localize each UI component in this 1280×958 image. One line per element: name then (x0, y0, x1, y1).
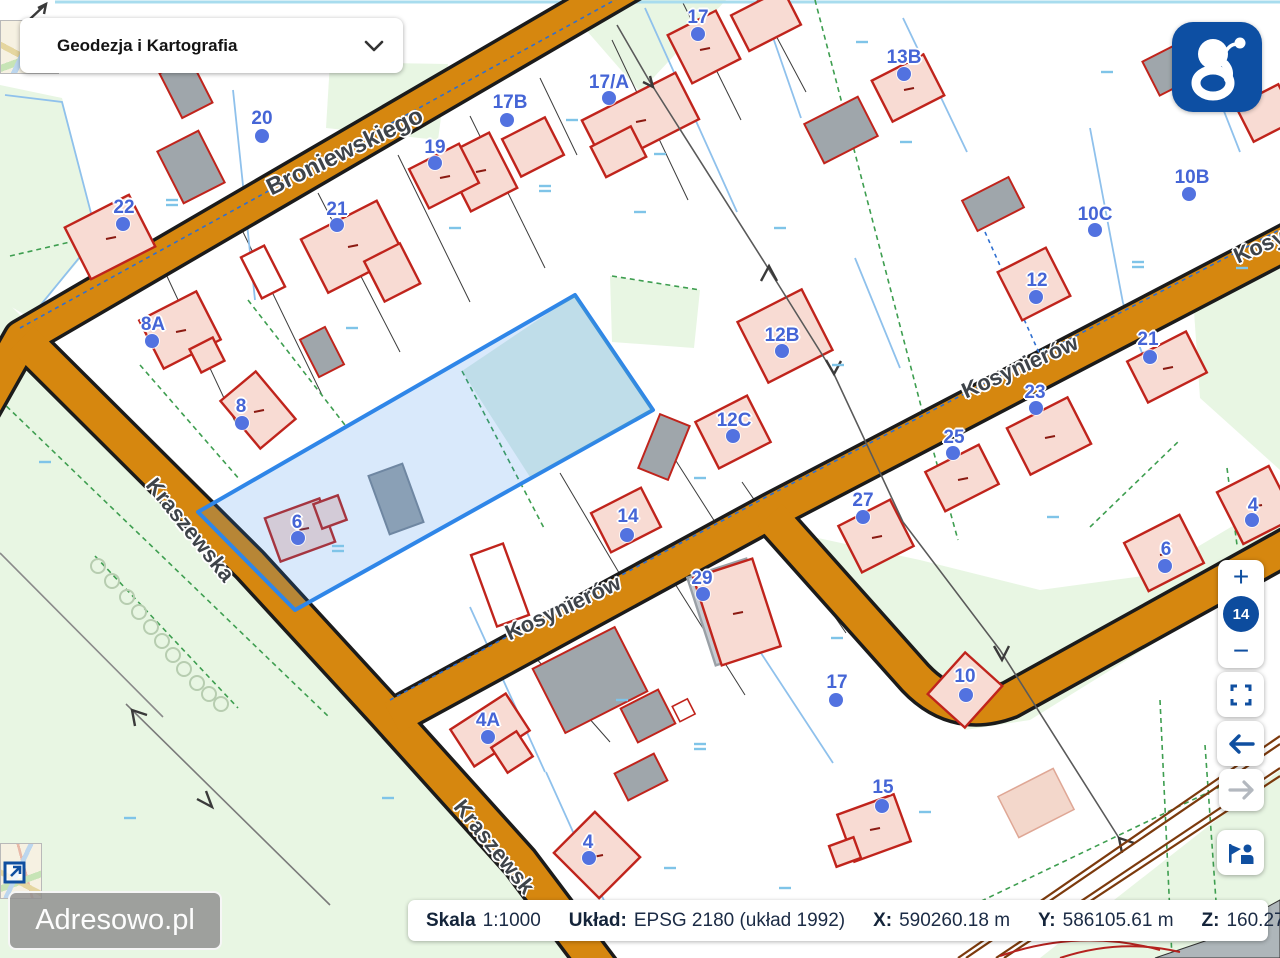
chevron-down-icon (364, 40, 384, 51)
z-value: 160.27 (1226, 909, 1280, 931)
y-label: Y: (1038, 909, 1056, 931)
open-in-new-icon (3, 861, 26, 884)
scale-label: Skala (426, 909, 476, 931)
adresowo-watermark: Adresowo.pl (8, 891, 222, 950)
y-readout: Y: 586105.61 m (1038, 910, 1174, 932)
scale-readout: Skala 1:1000 (426, 910, 541, 932)
crs-value: EPSG 2180 (układ 1992) (633, 909, 846, 931)
zoom-controls: + 14 − (1218, 560, 1264, 668)
status-bar: Skala 1:1000 Układ: EPSG 2180 (układ 199… (408, 900, 1280, 941)
arrow-right-icon (1227, 780, 1254, 800)
layer-selector-label: Geodezja i Kartografia (57, 35, 238, 55)
map-canvas[interactable]: Broniewskiego Kraszewska Kraszewsk Kosynier… (0, 0, 1280, 958)
y-value: 586105.61 m (1062, 909, 1174, 931)
report-flag-button[interactable] (1217, 830, 1264, 875)
z-label: Z: (1201, 909, 1220, 931)
history-back-button[interactable] (1217, 721, 1264, 766)
x-readout: X: 590260.18 m (873, 910, 1010, 932)
fullscreen-button[interactable] (1217, 672, 1264, 717)
scale-value: 1:1000 (482, 909, 541, 931)
flag-person-icon (1229, 843, 1254, 864)
z-readout: Z: 160.27 (1202, 910, 1280, 932)
zoom-out-button[interactable]: − (1233, 636, 1249, 666)
fullscreen-icon (1230, 684, 1251, 705)
open-external-map-button[interactable] (3, 858, 27, 885)
geoportal-g-icon (1191, 37, 1246, 101)
x-label: X: (873, 909, 893, 931)
cadastral-map-graphics (0, 0, 1280, 958)
zoom-in-button[interactable]: + (1233, 562, 1249, 592)
crs-label: Układ: (568, 909, 627, 931)
x-value: 590260.18 m (899, 909, 1011, 931)
history-forward-button[interactable] (1219, 769, 1264, 811)
arrow-left-icon (1228, 733, 1255, 754)
zoom-level-badge: 14 (1223, 596, 1259, 632)
geoportal-logo[interactable] (1172, 22, 1262, 112)
crs-readout: Układ: EPSG 2180 (układ 1992) (569, 910, 845, 932)
layer-selector[interactable]: Geodezja i Kartografia (20, 18, 403, 73)
